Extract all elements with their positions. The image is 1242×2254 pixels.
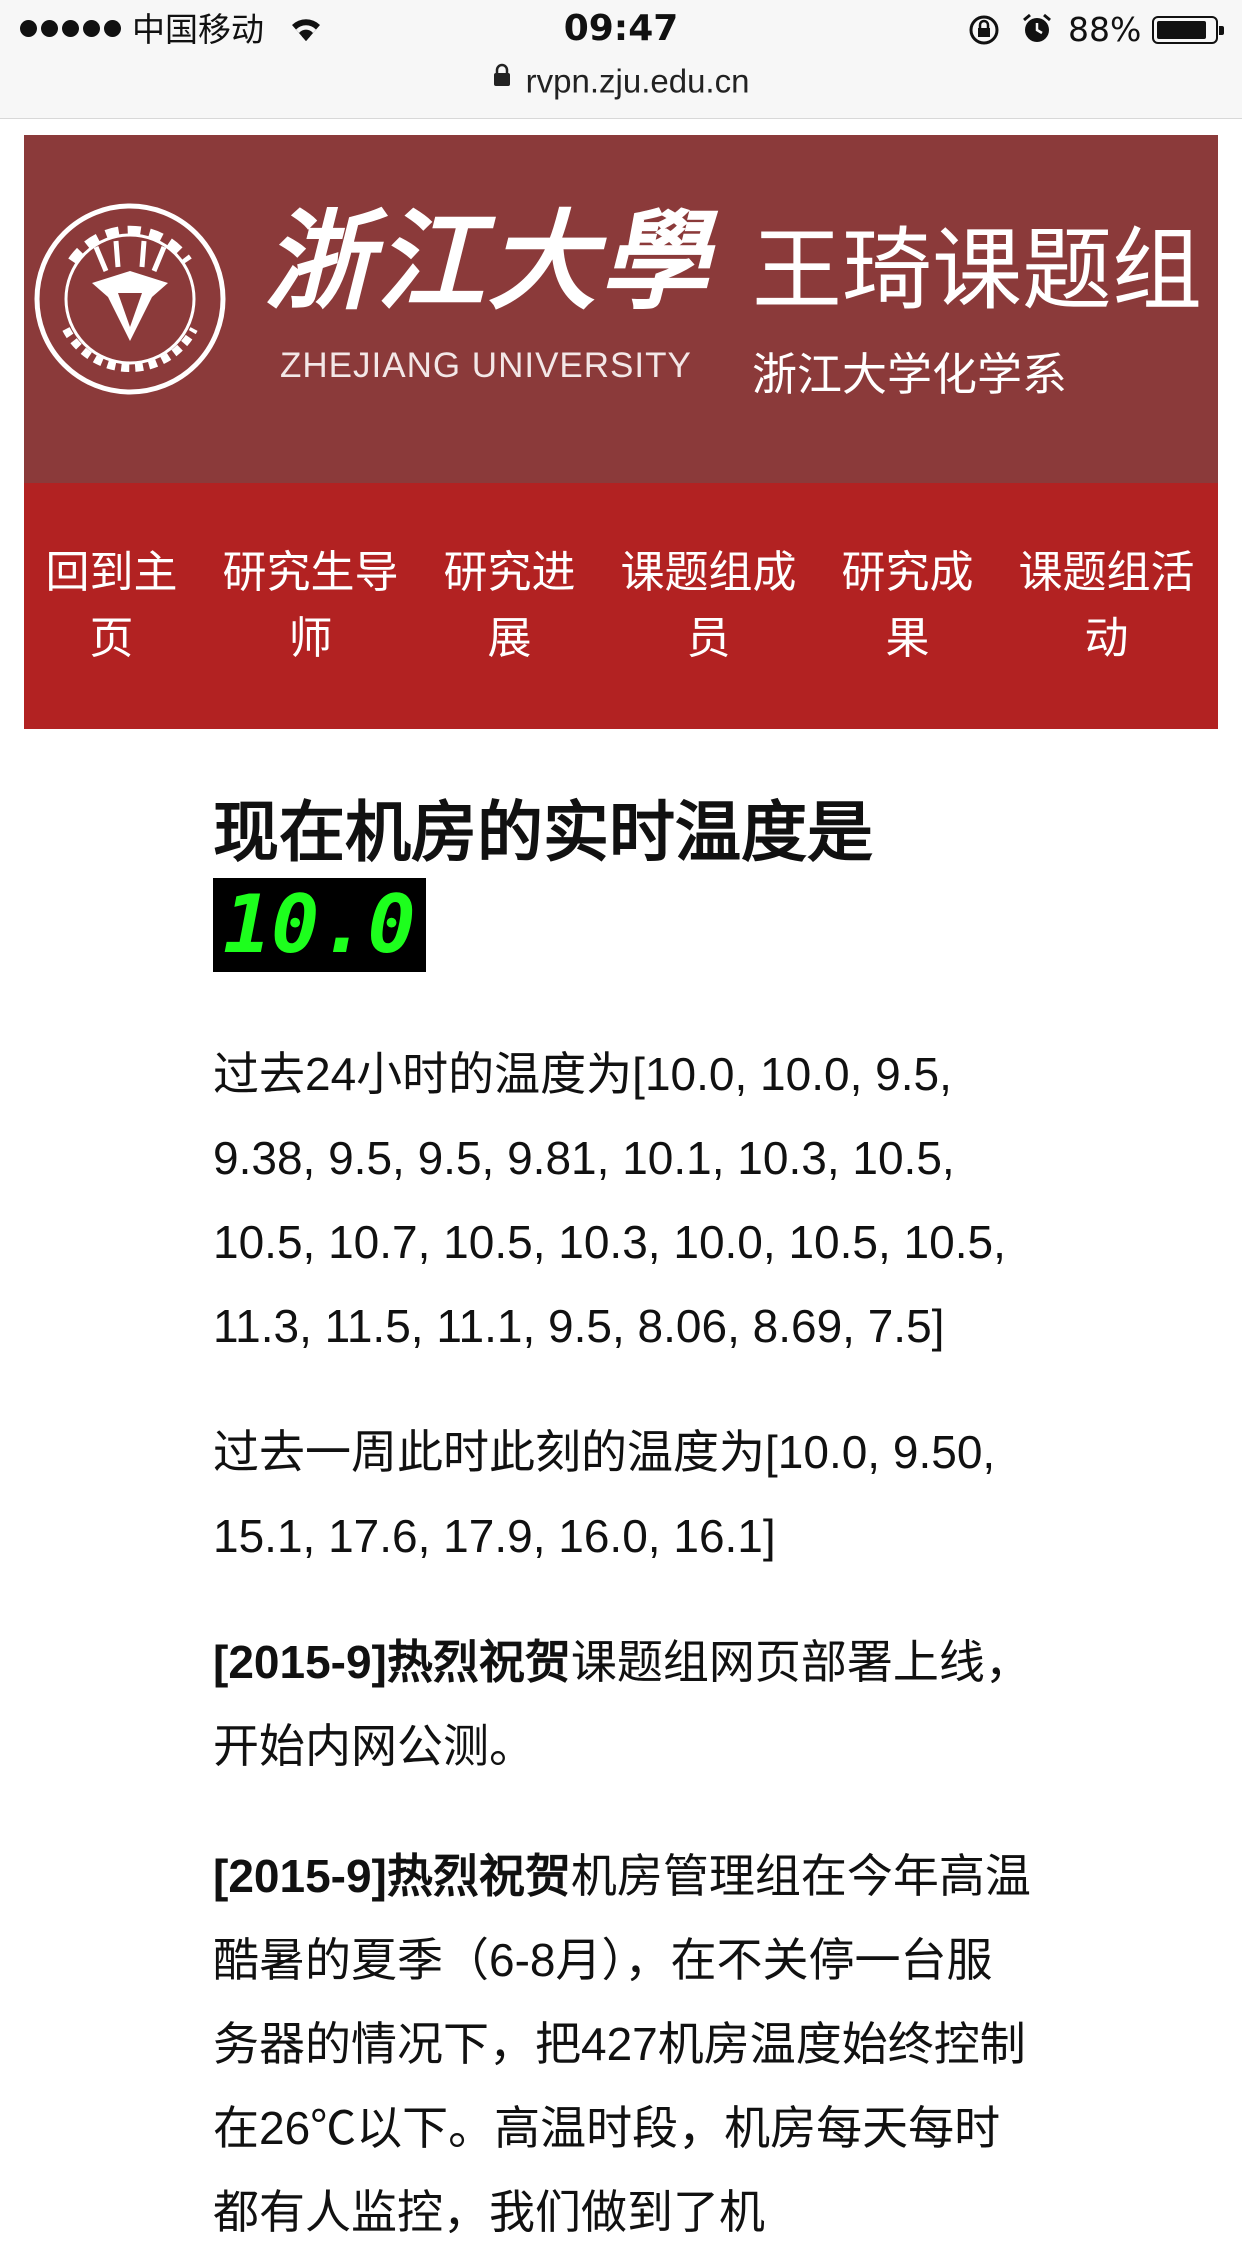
nav-item-members[interactable]: 课题组成员: [611, 540, 807, 672]
nav-item-supervisor[interactable]: 研究生导师: [213, 540, 409, 672]
news-date-tag: [2015-9]热烈祝贺: [213, 1636, 571, 1688]
past-24h-temperatures: 过去24小时的温度为[10.0, 10.0, 9.5, 9.38, 9.5, 9…: [213, 1032, 1033, 1368]
headline-text: 现在机房的实时温度是: [213, 794, 873, 871]
past-week-label: 过去一周此时此刻的温度为: [213, 1426, 765, 1478]
news-date-tag: [2015-9]热烈祝贺: [213, 1850, 571, 1902]
url-text[interactable]: rvpn.zju.edu.cn: [526, 63, 750, 100]
zju-seal-icon: [32, 201, 228, 401]
group-title: 王琦课题组: [752, 218, 1202, 323]
temperature-headline: 现在机房的实时温度是 10.0: [213, 790, 1033, 972]
past-24h-label: 过去24小时的温度为: [213, 1048, 633, 1100]
news-item: [2015-9]热烈祝贺机房管理组在今年高温酷暑的夏季（6-8月），在不关停一台…: [213, 1834, 1033, 2254]
address-bar[interactable]: rvpn.zju.edu.cn: [0, 58, 1242, 119]
status-bar: 中国移动 09:47 88%: [0, 0, 1242, 58]
university-name-english: ZHEJIANG UNIVERSITY: [280, 346, 692, 385]
nav-item-research-progress[interactable]: 研究进展: [436, 540, 584, 672]
university-name-chinese: 浙江大學: [264, 199, 713, 325]
nav-item-activities[interactable]: 课题组活动: [1009, 540, 1205, 672]
news-text: 机房管理组在今年高温酷暑的夏季（6-8月），在不关停一台服务器的情况下，把427…: [213, 1850, 1031, 2238]
past-week-temperatures: 过去一周此时此刻的温度为[10.0, 9.50, 15.1, 17.6, 17.…: [213, 1410, 1033, 1578]
site-banner: 浙江大學 ZHEJIANG UNIVERSITY 王琦课题组 浙江大学化学系: [24, 135, 1218, 483]
clock-time: 09:47: [563, 8, 679, 49]
orientation-lock-icon: [966, 14, 1002, 50]
nav-item-home[interactable]: 回到主页: [38, 540, 186, 672]
battery-icon: [1152, 16, 1224, 44]
nav-item-publications[interactable]: 研究成果: [834, 540, 982, 672]
main-content: 现在机房的实时温度是 10.0 过去24小时的温度为[10.0, 10.0, 9…: [213, 790, 1033, 2254]
department-name: 浙江大学化学系: [752, 348, 1068, 401]
battery-percentage: 88%: [1068, 10, 1142, 49]
current-temperature-display: 10.0: [213, 878, 426, 972]
alarm-clock-icon: [1020, 12, 1054, 50]
main-nav: 回到主页 研究生导师 研究进展 课题组成员 研究成果 课题组活动: [24, 483, 1218, 729]
lock-icon: [493, 59, 511, 105]
news-item: [2015-9]热烈祝贺课题组网页部署上线，开始内网公测。: [213, 1620, 1033, 1788]
